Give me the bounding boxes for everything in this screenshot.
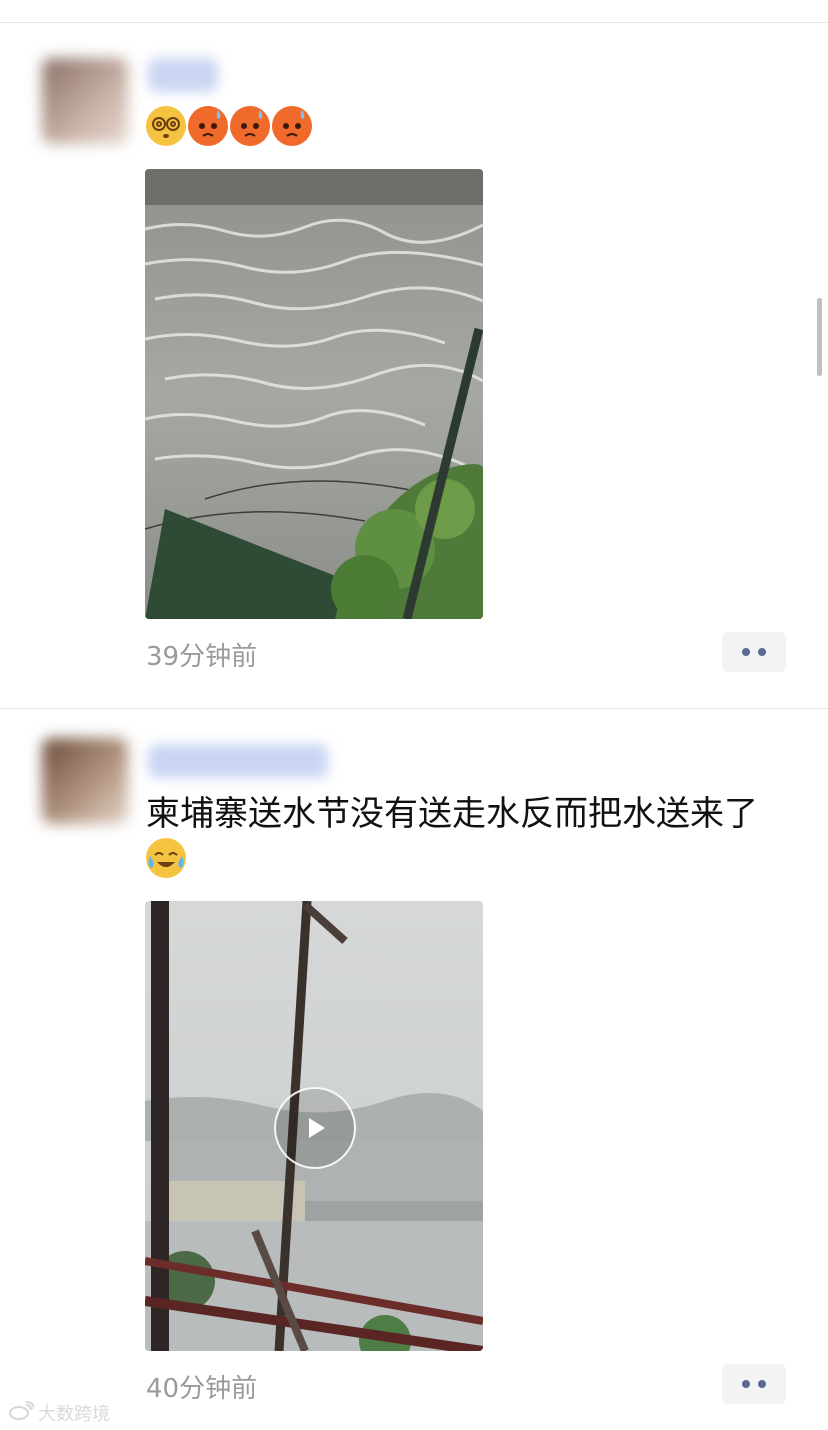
more-actions-button[interactable]	[722, 1364, 786, 1404]
post-timestamp: 39分钟前	[146, 642, 258, 672]
avatar[interactable]	[42, 738, 128, 824]
watermark: 大数跨境	[8, 1400, 110, 1426]
play-button[interactable]	[274, 1087, 356, 1169]
more-actions-button[interactable]	[722, 632, 786, 672]
sweat-pout-emoji-icon	[188, 106, 228, 146]
post-timestamp: 40分钟前	[146, 1374, 258, 1404]
more-dots-icon-dot	[758, 648, 766, 656]
weibo-logo-icon	[8, 1400, 35, 1426]
more-dots-icon	[742, 1380, 750, 1388]
username-blurred[interactable]	[148, 58, 218, 92]
post-divider	[0, 708, 828, 709]
post-emoji-row	[146, 106, 312, 146]
watermark-text: 大数跨境	[38, 1404, 110, 1425]
crying-laughing-emoji-icon	[146, 838, 186, 878]
more-dots-icon-dot	[758, 1380, 766, 1388]
sweat-pout-emoji-icon	[272, 106, 312, 146]
top-divider	[0, 22, 828, 23]
avatar[interactable]	[42, 58, 128, 144]
scrollbar[interactable]	[817, 298, 822, 376]
play-icon	[309, 1118, 325, 1138]
more-dots-icon	[742, 648, 750, 656]
dizzy-face-emoji-icon	[146, 106, 186, 146]
post-video[interactable]	[145, 901, 483, 1351]
username-blurred[interactable]	[148, 744, 328, 778]
sweat-pout-emoji-icon	[230, 106, 270, 146]
post-photo[interactable]	[145, 169, 483, 619]
post-text: 柬埔寨送水节没有送走水反而把水送来了	[146, 794, 758, 834]
post-emoji-row	[146, 838, 186, 878]
